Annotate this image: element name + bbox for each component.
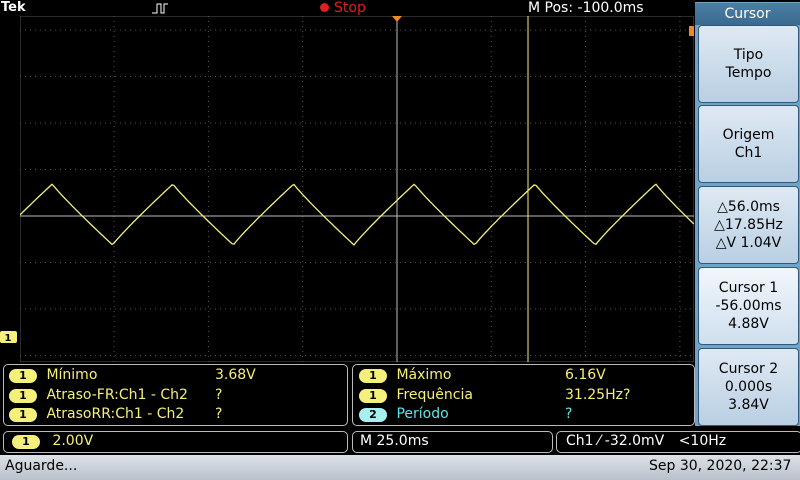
button-line: △V 1.04V: [715, 235, 782, 251]
measurement-value: ?: [565, 406, 573, 422]
measurement-name: Mínimo: [46, 367, 98, 383]
ch1-badge: 1: [9, 369, 37, 383]
acquisition-state[interactable]: Stop: [334, 0, 366, 16]
trigger-level-marker: [689, 26, 694, 36]
side-menu-title: Cursor: [695, 3, 800, 25]
trigger-value: Ch1 ⁄ -32.0mV <10Hz: [566, 433, 726, 449]
ch1-badge: 1: [359, 389, 387, 403]
ch2-badge: 2: [359, 408, 387, 422]
measurement-name: Frequência: [396, 387, 473, 403]
button-line: △56.0ms: [717, 199, 780, 215]
ch1-scale: 1 2.00V: [12, 433, 93, 449]
cursor-1-button[interactable]: Cursor 1 -56.00ms 4.88V: [698, 267, 799, 345]
status-datetime: Sep 30, 2020, 22:37: [649, 458, 792, 474]
ch1-scale-value: 2.00V: [52, 433, 94, 449]
measurement-name: Máximo: [396, 367, 452, 383]
measurement-delay-rr[interactable]: 1 AtrasoRR:Ch1 - Ch2: [9, 406, 184, 422]
measurement-name: Atraso-FR:Ch1 - Ch2: [46, 387, 188, 403]
button-line: Tempo: [725, 65, 772, 81]
button-line: 4.88V: [728, 316, 769, 332]
measurement-value: ?: [215, 406, 223, 422]
button-line: 0.000s: [724, 379, 773, 395]
button-line: Cursor 2: [718, 361, 779, 377]
measurement-delay-fr[interactable]: 1 Atraso-FR:Ch1 - Ch2: [9, 387, 188, 403]
measurement-min[interactable]: 1 Mínimo: [9, 367, 97, 383]
ch1-marker-label: 1: [5, 333, 12, 344]
measurement-value: 6.16V: [565, 367, 606, 383]
ch1-badge: 1: [9, 389, 37, 403]
ch1-badge: 1: [359, 369, 387, 383]
cursor-delta-readout[interactable]: △56.0ms △17.85Hz △V 1.04V: [698, 186, 799, 264]
brand-logo: Tek: [1, 0, 26, 15]
measurement-max[interactable]: 1 Máximo: [359, 367, 452, 383]
measurement-name: Período: [396, 406, 449, 422]
status-message: Aguarde...: [5, 458, 78, 474]
ch1-badge: 1: [9, 408, 37, 422]
timebase-value: M 25.0ms: [360, 433, 429, 449]
button-line: Origem: [722, 127, 775, 143]
measurement-name: AtrasoRR:Ch1 - Ch2: [46, 406, 185, 422]
measurement-value: 3.68V: [215, 367, 256, 383]
button-line: 3.84V: [728, 397, 769, 413]
button-line: Ch1: [734, 145, 763, 161]
button-line: Cursor 1: [718, 280, 779, 296]
cursor-source-button[interactable]: Origem Ch1: [698, 105, 799, 183]
cursor-type-button[interactable]: Tipo Tempo: [698, 25, 799, 103]
measurement-value: 31.25Hz?: [565, 387, 631, 403]
button-line: Tipo: [733, 47, 764, 63]
measurement-period[interactable]: 2 Período: [359, 406, 449, 422]
measurement-frequency[interactable]: 1 Frequência: [359, 387, 473, 403]
trigger-filter: <10Hz: [678, 433, 727, 449]
trigger-level: Ch1 ⁄ -32.0mV: [566, 433, 665, 449]
stop-indicator-icon: [320, 3, 329, 12]
button-line: △17.85Hz: [714, 217, 783, 233]
measurement-value: ?: [215, 387, 223, 403]
ch1-ground-marker: 1: [0, 331, 17, 344]
waveform-display[interactable]: [20, 16, 694, 362]
cursor-2-button[interactable]: Cursor 2 0.000s 3.84V: [698, 348, 799, 426]
ch1-badge: 1: [12, 435, 40, 449]
horizontal-position: M Pos: -100.0ms: [528, 0, 644, 16]
trigger-edge-icon: [152, 3, 168, 14]
button-line: -56.00ms: [715, 298, 782, 314]
